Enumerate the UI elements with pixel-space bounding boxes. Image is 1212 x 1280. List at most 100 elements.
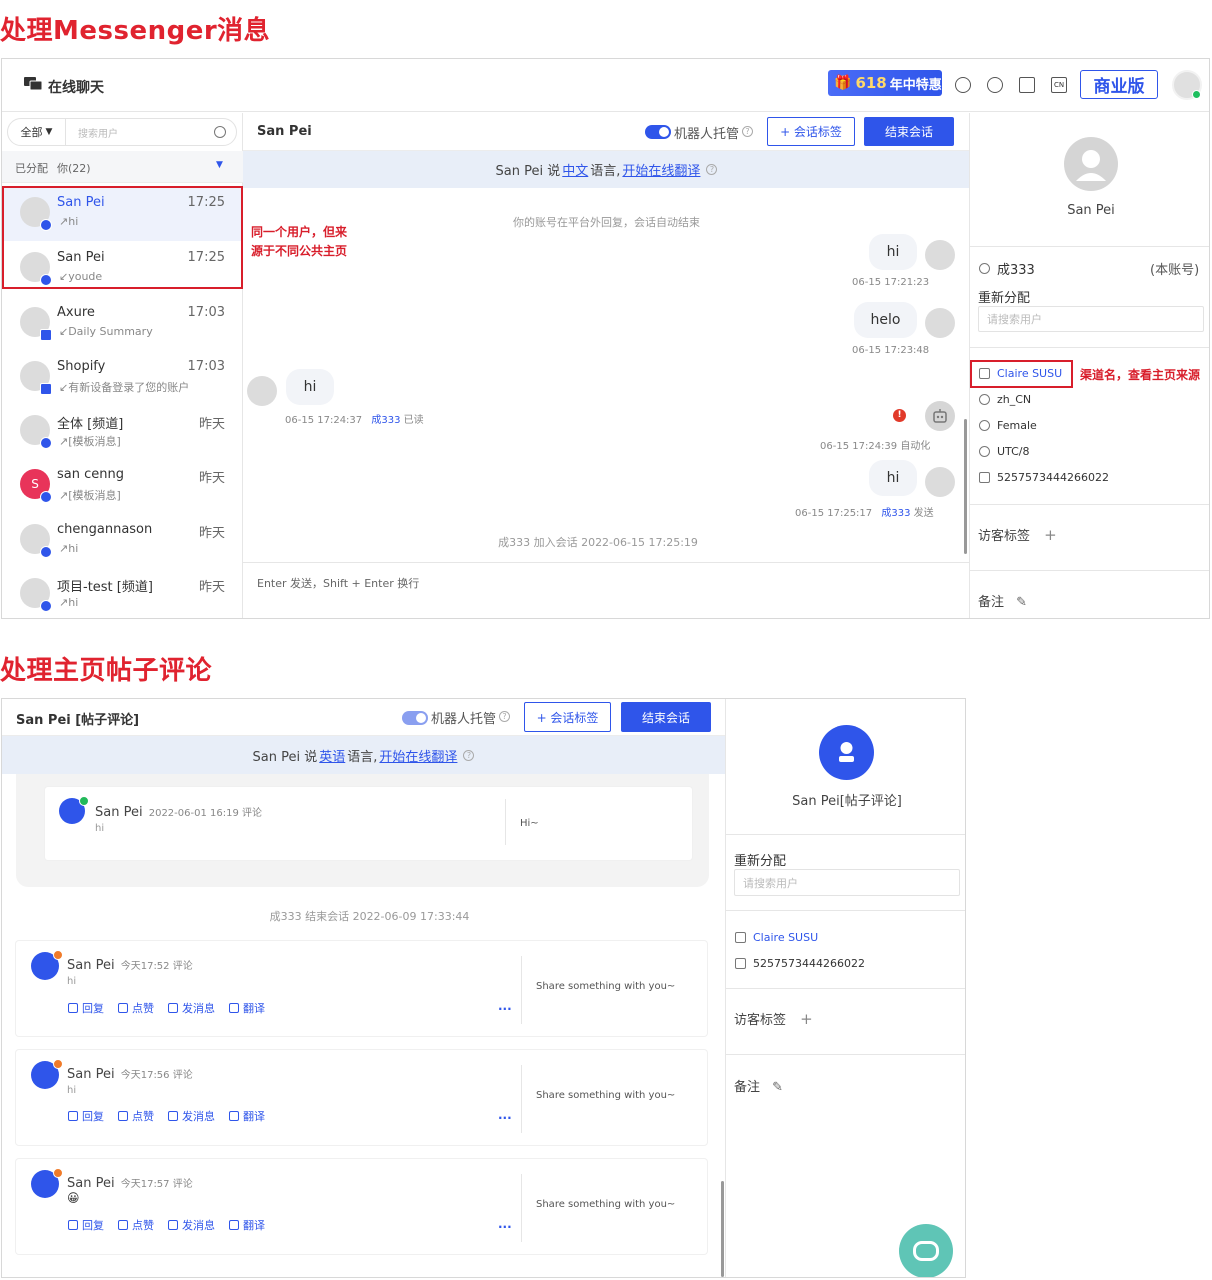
thumbs-up-icon (118, 1111, 128, 1121)
start-translate-link[interactable]: 开始在线翻译 (622, 160, 700, 179)
last-message: ↗hi (59, 596, 79, 609)
post-text: Share something with you~ (536, 1199, 676, 1210)
reply-button[interactable]: 回复 (68, 1108, 104, 1124)
end-session-button[interactable]: 结束会话 (621, 702, 711, 732)
business-edition-button[interactable]: 商业版 (1080, 70, 1158, 99)
email-icon (40, 329, 52, 341)
contact-name: Shopify (57, 359, 106, 374)
note-row[interactable]: 备注 ✎ (978, 591, 1027, 610)
reply-button[interactable]: 回复 (68, 1000, 104, 1016)
conversation-item[interactable]: Shopify 17:03 ↙有新设备登录了您的账户 (2, 351, 243, 405)
conversation-item[interactable]: 项目-test [频道] 昨天 ↗hi (2, 568, 243, 618)
chat-support-button[interactable] (899, 1224, 953, 1277)
pie-chart-icon[interactable] (987, 77, 1003, 93)
start-translate-link[interactable]: 开始在线翻译 (379, 746, 457, 765)
send-message-label: 发消息 (182, 1219, 215, 1232)
translate-label: 翻译 (243, 1002, 265, 1015)
language-link[interactable]: 中文 (562, 160, 588, 179)
visitor-tag-row[interactable]: 访客标签 + (978, 525, 1057, 544)
note-row[interactable]: 备注 ✎ (734, 1076, 783, 1095)
channel-row[interactable]: Claire SUSU (735, 931, 818, 944)
language-icon[interactable]: CN (1051, 77, 1067, 93)
commenter-line: San Pei 今天17:57 评论 (67, 1175, 193, 1191)
translate-mid: 语言, (590, 164, 621, 179)
chat-scrollbar[interactable] (721, 1181, 724, 1277)
conversation-item[interactable]: Axure 17:03 ↙Daily Summary (2, 297, 243, 351)
reassign-search-input[interactable]: 请搜索用户 (978, 306, 1204, 332)
new-badge-icon (53, 1168, 63, 1178)
commenter-name: San Pei (67, 958, 115, 973)
robot-toggle[interactable] (645, 125, 671, 139)
user-search-input[interactable]: 搜索用户 (66, 125, 214, 140)
assigned-count: 你(22) (57, 162, 91, 175)
more-button[interactable]: ... (498, 1108, 512, 1122)
visitor-tag-row[interactable]: 访客标签 + (734, 1009, 813, 1028)
thumbs-up-icon (118, 1220, 128, 1230)
edit-icon[interactable]: ✎ (1016, 595, 1027, 610)
conversation-item[interactable]: S san cenng 昨天 ↗[模板消息] (2, 459, 243, 513)
session-tag-button[interactable]: + 会话标签 (524, 702, 611, 732)
translate-button[interactable]: 翻译 (229, 1108, 265, 1124)
end-session-button[interactable]: 结束会话 (864, 117, 954, 146)
send-message-button[interactable]: 发消息 (168, 1000, 215, 1016)
send-message-button[interactable]: 发消息 (168, 1217, 215, 1233)
more-button[interactable]: ... (498, 999, 512, 1013)
clock-icon (979, 446, 990, 457)
comment-text: hi (67, 976, 77, 987)
help-icon[interactable]: ? (742, 126, 753, 137)
system-message: 成333 加入会话 2022-06-15 17:25:19 (498, 536, 698, 549)
robot-label: 机器人托管 (431, 712, 497, 727)
reply-button[interactable]: 回复 (68, 1217, 104, 1233)
agent-name[interactable]: 成333 (371, 415, 400, 426)
divider (970, 347, 1209, 348)
device-icon[interactable] (1019, 77, 1035, 93)
share-icon (168, 1111, 178, 1121)
filter-label: 全部 (20, 126, 43, 139)
robot-icon (925, 401, 955, 431)
edit-icon[interactable]: ✎ (772, 1080, 783, 1095)
new-badge-icon (53, 1059, 63, 1069)
like-button[interactable]: 点赞 (118, 1217, 154, 1233)
agent-name[interactable]: 成333 (881, 508, 910, 519)
chat-header: San Pei 机器人托管 ? + 会话标签 结束会话 (243, 113, 970, 151)
like-button[interactable]: 点赞 (118, 1000, 154, 1016)
comments-panel: San Pei [帖子评论] 机器人托管 ? + 会话标签 结束会话 San P… (1, 698, 966, 1278)
reassign-label: 重新分配 (978, 291, 1031, 306)
more-button[interactable]: ... (498, 1217, 512, 1231)
translate-button[interactable]: 翻译 (229, 1217, 265, 1233)
language-link[interactable]: 英语 (319, 746, 345, 765)
help-icon[interactable]: ? (463, 749, 475, 761)
search-bar: 全部 ▼ 搜索用户 (7, 118, 237, 146)
reply-label: 回复 (82, 1219, 104, 1232)
id-card-icon (735, 958, 746, 969)
robot-toggle[interactable] (402, 711, 428, 725)
conversation-item[interactable]: chengannason 昨天 ↗hi (2, 514, 243, 568)
promo-banner[interactable]: 🎁 618 年中特惠 (828, 70, 942, 96)
search-icon[interactable] (214, 126, 226, 138)
conversation-item[interactable]: 全体 [频道] 昨天 ↗[模板消息] (2, 405, 243, 459)
help-icon[interactable]: ? (706, 164, 718, 175)
translate-button[interactable]: 翻译 (229, 1000, 265, 1016)
commenter-line: San Pei 今天17:52 评论 (67, 957, 193, 973)
like-button[interactable]: 点赞 (118, 1108, 154, 1124)
translate-label: 翻译 (243, 1219, 265, 1232)
compass-icon[interactable] (955, 77, 971, 93)
help-icon[interactable]: ? (499, 711, 510, 722)
id-row: 5257573444266022 (735, 957, 865, 970)
online-status-dot (1192, 90, 1201, 99)
send-message-button[interactable]: 发消息 (168, 1108, 215, 1124)
customer-avatar (247, 376, 277, 406)
assigned-header[interactable]: 已分配 你(22) ▼ (2, 151, 243, 183)
filter-dropdown[interactable]: 全部 ▼ (8, 119, 66, 145)
thumbs-up-icon (118, 1003, 128, 1013)
reassign-search-input[interactable]: 请搜索用户 (734, 869, 960, 896)
message-input[interactable]: Enter 发送，Shift + Enter 换行 (257, 575, 419, 591)
last-message: ↗[模板消息] (59, 489, 121, 502)
add-icon[interactable]: + (800, 1010, 813, 1028)
add-icon[interactable]: + (1044, 526, 1057, 544)
chat-scrollbar[interactable] (964, 419, 967, 554)
error-icon[interactable]: ! (893, 409, 906, 422)
session-tag-button[interactable]: + 会话标签 (767, 117, 855, 146)
comment-actions: 回复 点赞 发消息 翻译 (68, 1217, 265, 1233)
channel-name[interactable]: Claire SUSU (753, 931, 818, 944)
